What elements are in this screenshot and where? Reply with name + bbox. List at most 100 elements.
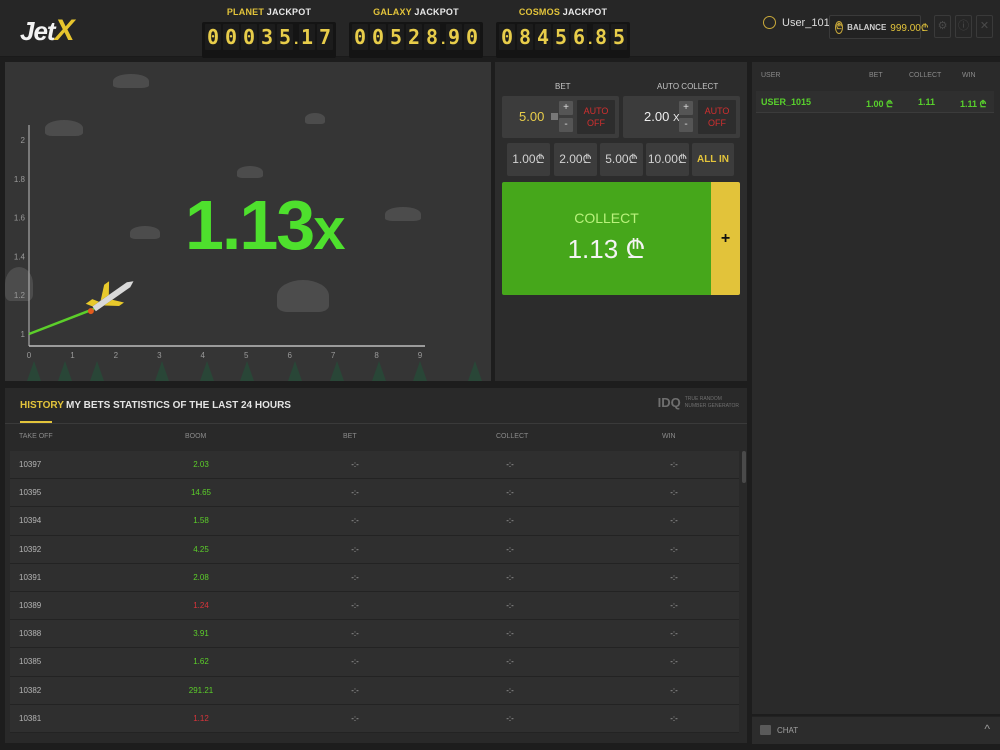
take-off-id: 10385 [19, 657, 42, 667]
info-button[interactable]: ⓘ [955, 15, 972, 38]
history-row: 10395 14.65 -:- -:- -:- [10, 479, 739, 508]
jackpot-label: JACKPOT [562, 7, 608, 17]
collect-value: -:- [506, 629, 514, 639]
auto-bet-toggle[interactable]: AUTO OFF [577, 100, 615, 134]
idq-rng-badge: IDQ TRUE RANDOM NUMBER GENERATOR [658, 395, 739, 410]
tab-statistics[interactable]: STATISTICS OF THE LAST 24 HOURS [113, 400, 291, 411]
bet-increase-button[interactable]: + [559, 101, 573, 115]
jackpot-name: GALAXY [373, 7, 412, 17]
y-tick-label: 1.6 [14, 214, 26, 223]
history-row: 10382 291.21 -:- -:- -:- [10, 676, 739, 705]
chat-bar[interactable]: CHAT ^ [752, 716, 1000, 744]
bet-label: BET [555, 82, 571, 91]
column-header-user: USER [761, 72, 781, 79]
bet-decrease-button[interactable]: - [559, 118, 573, 132]
history-scrollbar[interactable] [742, 451, 746, 483]
auto-collect-control: 2.00 X + - AUTO OFF [623, 96, 740, 138]
jackpot-name: COSMOS [518, 7, 561, 17]
collect-button[interactable]: COLLECT 1.13 ₾ [502, 182, 711, 295]
column-header-bet: BET [869, 72, 883, 79]
auto-collect-increase-button[interactable]: + [679, 101, 693, 115]
collect-value: -:- [506, 544, 514, 554]
take-off-id: 10392 [19, 544, 42, 554]
planet-jackpot: PLANET JACKPOT 00035.17 [202, 7, 336, 58]
chevron-up-icon[interactable]: ^ [984, 722, 990, 736]
quick-bet-button[interactable]: 10.00₾ [646, 143, 689, 176]
jetx-logo: JetX [20, 14, 75, 48]
win-value: -:- [670, 657, 678, 667]
boom-multiplier: 2.08 [193, 572, 209, 582]
multiplier-value: 1.13 [185, 186, 315, 264]
collect-label: COLLECT [574, 210, 639, 226]
close-icon: ✕ [979, 20, 990, 32]
bet-value: -:- [351, 460, 359, 469]
win-value: -:- [670, 685, 678, 695]
settings-button[interactable]: ⚙ [934, 15, 951, 38]
galaxy-jackpot: GALAXY JACKPOT 00528.90 [349, 7, 483, 58]
auto-collect-input[interactable]: 2.00 X [644, 109, 680, 124]
jackpot-counter: 08456.85 [496, 22, 630, 58]
take-off-id: 10391 [19, 572, 42, 582]
active-tab-indicator [20, 421, 52, 423]
win-value: -:- [670, 629, 678, 639]
jackpot-digit: 7 [317, 24, 333, 50]
tab-history[interactable]: HISTORY [20, 400, 64, 411]
boom-multiplier: 2.03 [193, 460, 209, 469]
logo-accent: X [54, 14, 75, 47]
gear-icon: ⚙ [937, 20, 948, 32]
collect-value: -:- [506, 657, 514, 667]
jackpot-label: JACKPOT [266, 7, 312, 17]
bet-amount-control: 5.00 + - AUTO OFF [502, 96, 619, 138]
collect-value: -:- [506, 572, 514, 582]
collect-value: -:- [506, 488, 514, 498]
jackpot-digit: 8 [424, 24, 440, 50]
top-bar: JetX PLANET JACKPOT 00035.17 GALAXY JACK… [0, 0, 1000, 58]
column-header-boom: BOOM [185, 433, 207, 440]
history-row: 10388 3.91 -:- -:- -:- [10, 620, 739, 649]
auto-collect-toggle[interactable]: AUTO OFF [698, 100, 736, 134]
quick-bet-button[interactable]: 5.00₾ [600, 143, 643, 176]
boom-multiplier: 4.25 [193, 544, 209, 554]
history-table: 10397 2.03 -:- -:- -:- 10395 14.65 -:- -:- -:- 103… [10, 451, 739, 733]
collect-value: -:- [506, 460, 514, 469]
tab-my-bets[interactable]: MY BETS [66, 400, 110, 411]
jackpot-digit: 4 [535, 24, 551, 50]
history-row: 10392 4.25 -:- -:- -:- [10, 535, 739, 564]
bet-value: -:- [351, 516, 359, 526]
jackpot-digit: 0 [370, 24, 386, 50]
column-header-collect: COLLECT [909, 72, 942, 79]
collect-amount: 1.13 ₾ [567, 234, 646, 264]
history-row: 10394 1.58 -:- -:- -:- [10, 507, 739, 536]
jackpot-label: JACKPOT [414, 7, 459, 17]
bet-value: -:- [351, 685, 359, 695]
chat-label: CHAT [777, 726, 799, 735]
bet-slider-handle[interactable] [551, 113, 558, 120]
bet-value: -:- [351, 488, 359, 498]
boom-multiplier: 1.24 [193, 600, 209, 610]
history-row: 10391 2.08 -:- -:- -:- [10, 563, 739, 592]
boom-multiplier: 14.65 [190, 488, 212, 498]
bet-amount-input[interactable]: 5.00 [519, 109, 544, 124]
idq-logo: IDQ [657, 395, 681, 410]
jackpot-digit: 8 [593, 24, 609, 50]
take-off-id: 10388 [19, 629, 42, 639]
jackpot-digit: 3 [259, 24, 275, 50]
all-in-button[interactable]: ALL IN [692, 143, 734, 176]
auto-collect-decrease-button[interactable]: - [679, 118, 693, 132]
bet-value: -:- [351, 544, 359, 554]
history-row: 10385 1.62 -:- -:- -:- [10, 648, 739, 677]
column-header-win: WIN [962, 72, 976, 79]
column-header-win: WIN [662, 433, 676, 440]
close-button[interactable]: ✕ [976, 15, 993, 38]
bet-value: -:- [351, 713, 359, 723]
player-bet: 1.00 ₾ [866, 99, 893, 109]
collect-value: -:- [506, 516, 514, 526]
current-multiplier: 1.13x [185, 185, 346, 265]
logo-text: Jet [20, 16, 56, 46]
balance-value: 999.00₾ [890, 23, 929, 34]
boom-multiplier: 291.21 [188, 685, 214, 695]
quick-bet-button[interactable]: 1.00₾ [507, 143, 550, 176]
idq-line2: NUMBER GENERATOR [684, 402, 739, 409]
add-bet-button[interactable]: + [711, 182, 740, 295]
quick-bet-button[interactable]: 2.00₾ [554, 143, 597, 176]
